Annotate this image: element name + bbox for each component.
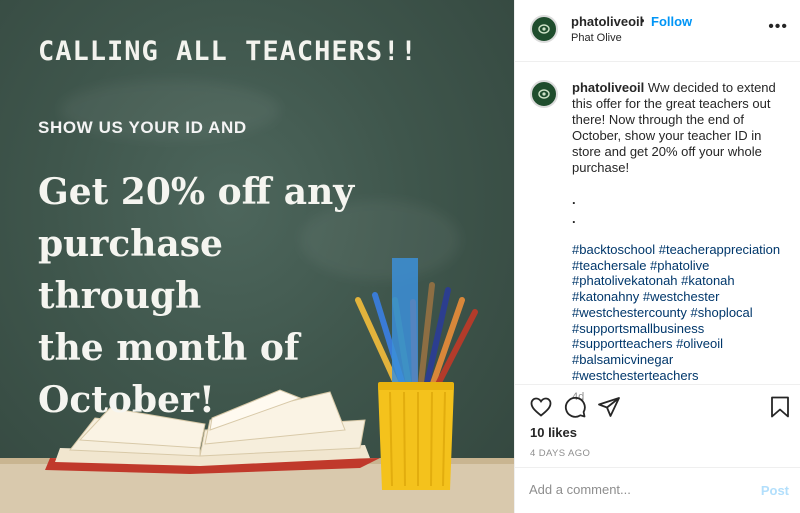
hashtag-list: #backtoschool #teacherappreciation #teac… [572, 242, 787, 383]
like-count[interactable]: 10 likes [530, 425, 577, 440]
post-date: 4 DAYS AGO [530, 448, 591, 459]
hashtag-line[interactable]: #westchestercounty #shoplocal [572, 305, 753, 320]
offer-line: the month of [38, 327, 300, 369]
hashtag-line[interactable]: #teachersale #phatolive [572, 258, 709, 273]
offer-text: Get 20% off any purchase through the mon… [38, 166, 398, 426]
hashtag-line[interactable]: #supportteachers #oliveoil [572, 336, 723, 351]
header-username[interactable]: phatoliveoil [571, 14, 643, 29]
avatar[interactable] [530, 80, 558, 108]
hashtag-line[interactable]: #balsamicvinegar [572, 352, 673, 367]
heart-icon[interactable] [529, 395, 553, 419]
comment-input[interactable] [529, 482, 739, 497]
offer-line: Get 20% off any [38, 171, 355, 213]
action-bar: 10 likes 4 DAYS AGO [515, 384, 800, 464]
post-side-panel: phatoliveoil • Follow Phat Olive ••• pha… [514, 0, 800, 513]
post-button[interactable]: Post [761, 483, 789, 498]
follow-button[interactable]: Follow [651, 14, 692, 29]
headline-text: CALLING ALL TEACHERS!! [38, 36, 418, 67]
comment-icon[interactable] [563, 395, 587, 419]
hashtag-line[interactable]: #backtoschool #teacherappreciation [572, 242, 780, 257]
bullet: . [572, 192, 576, 207]
post-image: CALLING ALL TEACHERS!! SHOW US YOUR ID A… [0, 0, 514, 513]
hashtag-line[interactable]: #phatolivekatonah #katonah [572, 273, 735, 288]
caption-bullets: . . [572, 190, 787, 228]
bullet: . [572, 211, 576, 226]
post-header: phatoliveoil • Follow Phat Olive ••• [515, 0, 800, 62]
olive-logo-icon [538, 24, 550, 34]
comment-box: Post [515, 467, 800, 513]
offer-line: October! [38, 379, 215, 421]
hashtag-line[interactable]: #katonahny #westchester [572, 289, 719, 304]
separator-dot: • [640, 13, 645, 28]
offer-line: purchase through [38, 223, 223, 317]
more-horizontal-icon[interactable]: ••• [768, 18, 788, 36]
avatar[interactable] [530, 15, 558, 43]
caption-area: phatoliveoil Ww decided to extend this o… [515, 62, 800, 403]
hashtag-line[interactable]: #westchesterteachers [572, 368, 698, 383]
olive-logo-icon [538, 89, 550, 99]
share-icon[interactable] [597, 395, 621, 419]
subheadline-text: SHOW US YOUR ID AND [38, 118, 247, 137]
caption-text: phatoliveoil Ww decided to extend this o… [572, 80, 787, 176]
bookmark-icon[interactable] [769, 395, 791, 419]
hashtag-line[interactable]: #supportsmallbusiness [572, 321, 704, 336]
location-link[interactable]: Phat Olive [571, 32, 622, 44]
caption-username[interactable]: phatoliveoil [572, 80, 644, 95]
